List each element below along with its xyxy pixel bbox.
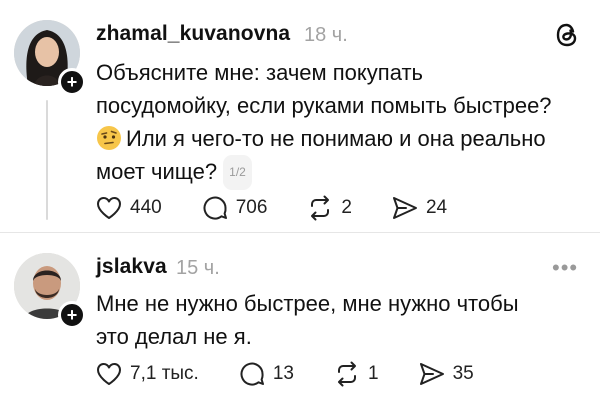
- comment-icon: [203, 196, 227, 220]
- share-icon: [392, 197, 417, 219]
- threads-logo-icon[interactable]: [554, 22, 580, 48]
- like-button[interactable]: 7,1 тыс.: [94, 359, 199, 389]
- comment-icon: [240, 362, 264, 386]
- post-actions: 7,1 тыс. 13 1 35: [94, 359, 512, 389]
- post-actions: 440 706 2 24: [94, 193, 485, 223]
- follow-button[interactable]: +: [58, 301, 86, 329]
- plus-icon: +: [66, 72, 78, 92]
- repost-button[interactable]: 2: [305, 193, 352, 223]
- repost-icon: [311, 195, 330, 221]
- post-time: 18 ч.: [304, 24, 348, 46]
- post-time: 15 ч.: [176, 257, 220, 279]
- like-count: 7,1 тыс.: [130, 363, 199, 384]
- like-button[interactable]: 440: [94, 193, 162, 223]
- share-icon: [419, 363, 444, 385]
- post-2: + jslakva 15 ч. ••• Мне не нужно быстрее…: [0, 233, 600, 412]
- post-line-4-text: моет чище?: [96, 159, 218, 184]
- face-with-raised-eyebrow-emoji: [97, 126, 121, 150]
- follow-button[interactable]: +: [58, 68, 86, 96]
- post-line-2: это делал не я.: [96, 324, 252, 349]
- post-line-2: посудомойку, если руками помыть быстрее?: [96, 93, 552, 118]
- post-1: + zhamal_kuvanovna 18 ч. Объясните мне: …: [0, 0, 600, 232]
- page-indicator: 1/2: [223, 155, 252, 190]
- repost-button[interactable]: 1: [332, 359, 379, 389]
- plus-icon: +: [66, 305, 78, 325]
- reply-count: 13: [272, 363, 294, 384]
- heart-icon: [97, 197, 121, 219]
- share-count: 35: [452, 363, 474, 384]
- repost-count: 1: [367, 363, 379, 384]
- post-line-3-text: Или я чего-то не понимаю и она реально: [126, 126, 546, 151]
- post-line-4: моет чище? 1/2: [96, 155, 596, 190]
- more-options-icon[interactable]: •••: [552, 255, 578, 281]
- reply-button[interactable]: 706: [200, 193, 268, 223]
- share-button[interactable]: 35: [417, 359, 474, 389]
- like-count: 440: [130, 197, 162, 218]
- post-text: Мне не нужно быстрее, мне нужно чтобы эт…: [96, 287, 596, 353]
- post-text: Объясните мне: зачем покупать посудомойк…: [96, 56, 596, 190]
- thread-line: [46, 100, 48, 220]
- username[interactable]: jslakva: [96, 255, 167, 279]
- heart-icon: [97, 363, 121, 385]
- reply-count: 706: [235, 197, 268, 218]
- reply-button[interactable]: 13: [237, 359, 294, 389]
- share-count: 24: [425, 197, 448, 218]
- post-line-3: Или я чего-то не понимаю и она реально: [96, 122, 596, 155]
- share-button[interactable]: 24: [390, 193, 447, 223]
- post-line-1: Мне не нужно быстрее, мне нужно чтобы: [96, 291, 519, 316]
- post-line-1: Объясните мне: зачем покупать: [96, 60, 423, 85]
- repost-icon: [337, 361, 356, 387]
- repost-count: 2: [341, 197, 352, 218]
- username[interactable]: zhamal_kuvanovna: [96, 22, 290, 46]
